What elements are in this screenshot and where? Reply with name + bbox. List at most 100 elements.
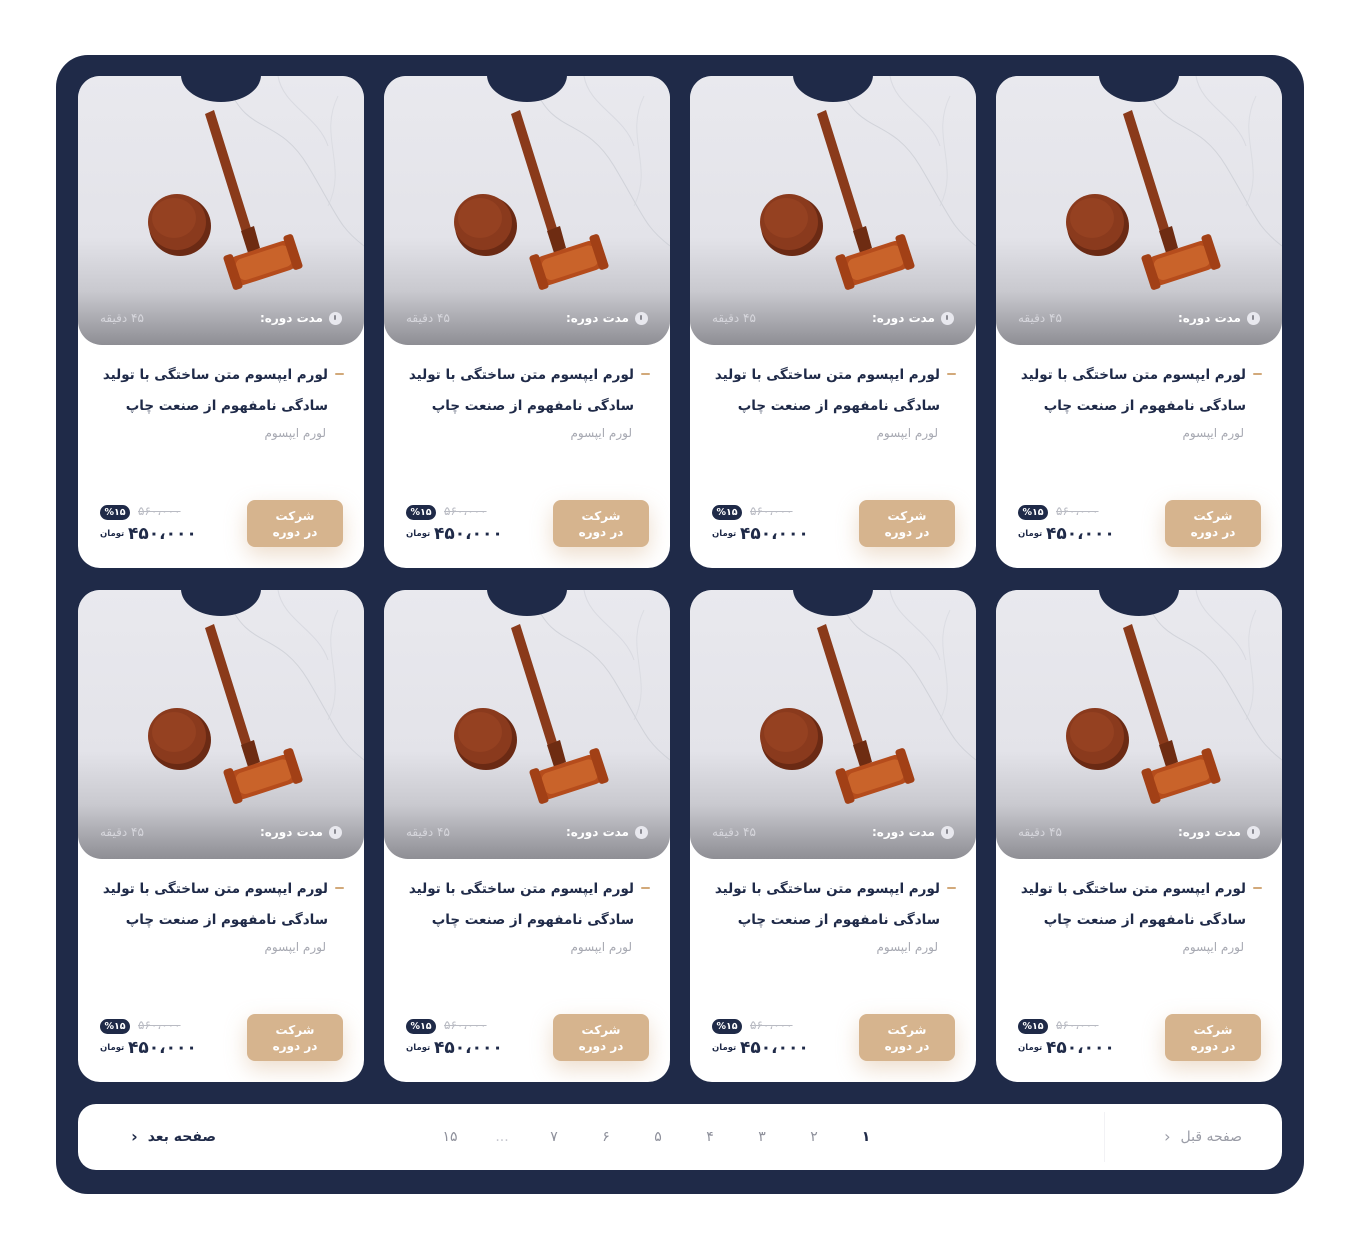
duration-label: مدت دوره: [259, 311, 323, 325]
enroll-button[interactable]: شرکت در دوره [553, 500, 649, 547]
course-image: مدت دوره: ۴۵ دقیقه [690, 76, 976, 345]
old-price: ۵۶۰،۰۰۰ [750, 1018, 793, 1032]
course-card[interactable]: مدت دوره: ۴۵ دقیقه لورم ایپسوم متن ساختگ… [996, 590, 1282, 1082]
old-price: ۵۶۰،۰۰۰ [750, 504, 793, 518]
course-meta: مدت دوره: ۴۵ دقیقه [1018, 823, 1260, 841]
duration-value: ۴۵ دقیقه [712, 825, 756, 839]
gavel-illustration [1066, 590, 1282, 804]
gavel-illustration [760, 590, 976, 804]
duration: مدت دوره: [566, 311, 648, 325]
page-number[interactable]: ۷ [542, 1129, 566, 1145]
enroll-button[interactable]: شرکت در دوره [1165, 500, 1261, 547]
gavel-illustration [148, 590, 364, 804]
enroll-button[interactable]: شرکت در دوره [859, 500, 955, 547]
enroll-label-line1: شرکت [581, 1022, 621, 1037]
currency-label: تومان [100, 1043, 125, 1053]
duration-label: مدت دوره: [259, 825, 323, 839]
enroll-button[interactable]: شرکت در دوره [247, 500, 343, 547]
duration-label: مدت دوره: [871, 311, 935, 325]
course-title[interactable]: لورم ایپسوم متن ساختگی با تولید سادگی نا… [404, 874, 650, 936]
course-card[interactable]: مدت دوره: ۴۵ دقیقه لورم ایپسوم متن ساختگ… [690, 76, 976, 568]
next-page-label: صفحه بعد [147, 1129, 216, 1145]
course-grid: مدت دوره: ۴۵ دقیقه لورم ایپسوم متن ساختگ… [78, 76, 1282, 1082]
current-price: ۴۵۰،۰۰۰ [128, 1038, 197, 1058]
currency-label: تومان [406, 1043, 431, 1053]
course-author: لورم ایپسوم [1182, 426, 1244, 440]
clock-icon [329, 311, 342, 325]
enroll-label-line2: در دوره [578, 524, 624, 539]
duration-value: ۴۵ دقیقه [100, 311, 144, 325]
price-block: %۱۵ ۵۶۰،۰۰۰ ۴۵۰،۰۰۰ تومان [406, 1018, 514, 1060]
current-price: ۴۵۰،۰۰۰ [740, 1038, 809, 1058]
old-price: ۵۶۰،۰۰۰ [1056, 504, 1099, 518]
old-price: ۵۶۰،۰۰۰ [138, 504, 181, 518]
duration-value: ۴۵ دقیقه [406, 825, 450, 839]
enroll-label-line1: شرکت [1193, 508, 1233, 523]
course-title[interactable]: لورم ایپسوم متن ساختگی با تولید سادگی نا… [710, 360, 956, 422]
old-price: ۵۶۰،۰۰۰ [138, 1018, 181, 1032]
course-author: لورم ایپسوم [570, 940, 632, 954]
clock-icon [329, 825, 342, 839]
course-title[interactable]: لورم ایپسوم متن ساختگی با تولید سادگی نا… [404, 360, 650, 422]
enroll-label-line2: در دوره [272, 1038, 318, 1053]
price-block: %۱۵ ۵۶۰،۰۰۰ ۴۵۰،۰۰۰ تومان [712, 504, 820, 546]
page-number[interactable]: ۳ [750, 1129, 774, 1145]
enroll-label-line2: در دوره [272, 524, 318, 539]
course-card[interactable]: مدت دوره: ۴۵ دقیقه لورم ایپسوم متن ساختگ… [384, 590, 670, 1082]
enroll-button[interactable]: شرکت در دوره [1165, 1014, 1261, 1061]
gavel-illustration [454, 76, 670, 290]
page-number[interactable]: ۲ [802, 1129, 826, 1145]
course-image: مدت دوره: ۴۵ دقیقه [384, 76, 670, 345]
gavel-illustration [454, 590, 670, 804]
course-card[interactable]: مدت دوره: ۴۵ دقیقه لورم ایپسوم متن ساختگ… [78, 76, 364, 568]
page-number[interactable]: ۶ [594, 1129, 618, 1145]
course-image: مدت دوره: ۴۵ دقیقه [996, 76, 1282, 345]
course-image: مدت دوره: ۴۵ دقیقه [996, 590, 1282, 859]
course-title[interactable]: لورم ایپسوم متن ساختگی با تولید سادگی نا… [710, 874, 956, 936]
page-number[interactable]: ۱ [854, 1129, 878, 1145]
chevron-left-icon: ‹ [131, 1127, 138, 1146]
page-number[interactable]: ۵ [646, 1129, 670, 1145]
discount-badge: %۱۵ [100, 1019, 130, 1034]
clock-icon [941, 825, 954, 839]
course-card[interactable]: مدت دوره: ۴۵ دقیقه لورم ایپسوم متن ساختگ… [384, 76, 670, 568]
enroll-button[interactable]: شرکت در دوره [553, 1014, 649, 1061]
discount-badge: %۱۵ [712, 505, 742, 520]
currency-label: تومان [100, 529, 125, 539]
course-title[interactable]: لورم ایپسوم متن ساختگی با تولید سادگی نا… [1016, 874, 1262, 936]
clock-icon [941, 311, 954, 325]
course-meta: مدت دوره: ۴۵ دقیقه [100, 823, 342, 841]
course-card[interactable]: مدت دوره: ۴۵ دقیقه لورم ایپسوم متن ساختگ… [996, 76, 1282, 568]
enroll-label-line1: شرکت [581, 508, 621, 523]
next-page-button[interactable]: صفحه بعد ‹ [98, 1112, 234, 1162]
price-block: %۱۵ ۵۶۰،۰۰۰ ۴۵۰،۰۰۰ تومان [100, 504, 208, 546]
discount-badge: %۱۵ [406, 505, 436, 520]
course-card[interactable]: مدت دوره: ۴۵ دقیقه لورم ایپسوم متن ساختگ… [78, 590, 364, 1082]
course-card[interactable]: مدت دوره: ۴۵ دقیقه لورم ایپسوم متن ساختگ… [690, 590, 976, 1082]
gavel-illustration [760, 76, 976, 290]
current-price: ۴۵۰،۰۰۰ [128, 524, 197, 544]
discount-badge: %۱۵ [406, 1019, 436, 1034]
course-meta: مدت دوره: ۴۵ دقیقه [712, 309, 954, 327]
clock-icon [635, 311, 648, 325]
duration: مدت دوره: [1178, 825, 1260, 839]
course-title[interactable]: لورم ایپسوم متن ساختگی با تولید سادگی نا… [1016, 360, 1262, 422]
enroll-label-line2: در دوره [884, 524, 930, 539]
pagination-bar: صفحه قبل ‹ ۱ ۲ ۳ ۴ ۵ ۶ ۷... ۱۵ صفحه بعد ‹ [78, 1104, 1282, 1170]
duration-value: ۴۵ دقیقه [1018, 311, 1062, 325]
price-block: %۱۵ ۵۶۰،۰۰۰ ۴۵۰،۰۰۰ تومان [406, 504, 514, 546]
duration: مدت دوره: [872, 825, 954, 839]
current-price: ۴۵۰،۰۰۰ [740, 524, 809, 544]
course-title[interactable]: لورم ایپسوم متن ساختگی با تولید سادگی نا… [98, 360, 344, 422]
page-number[interactable]: ۱۵ [438, 1129, 462, 1145]
enroll-label-line1: شرکت [887, 1022, 927, 1037]
prev-page-button[interactable]: صفحه قبل ‹ [1104, 1112, 1260, 1162]
course-title[interactable]: لورم ایپسوم متن ساختگی با تولید سادگی نا… [98, 874, 344, 936]
page-number[interactable]: ۴ [698, 1129, 722, 1145]
enroll-label-line1: شرکت [275, 1022, 315, 1037]
gavel-illustration [1066, 76, 1282, 290]
enroll-button[interactable]: شرکت در دوره [859, 1014, 955, 1061]
price-block: %۱۵ ۵۶۰،۰۰۰ ۴۵۰،۰۰۰ تومان [712, 1018, 820, 1060]
currency-label: تومان [406, 529, 431, 539]
enroll-button[interactable]: شرکت در دوره [247, 1014, 343, 1061]
